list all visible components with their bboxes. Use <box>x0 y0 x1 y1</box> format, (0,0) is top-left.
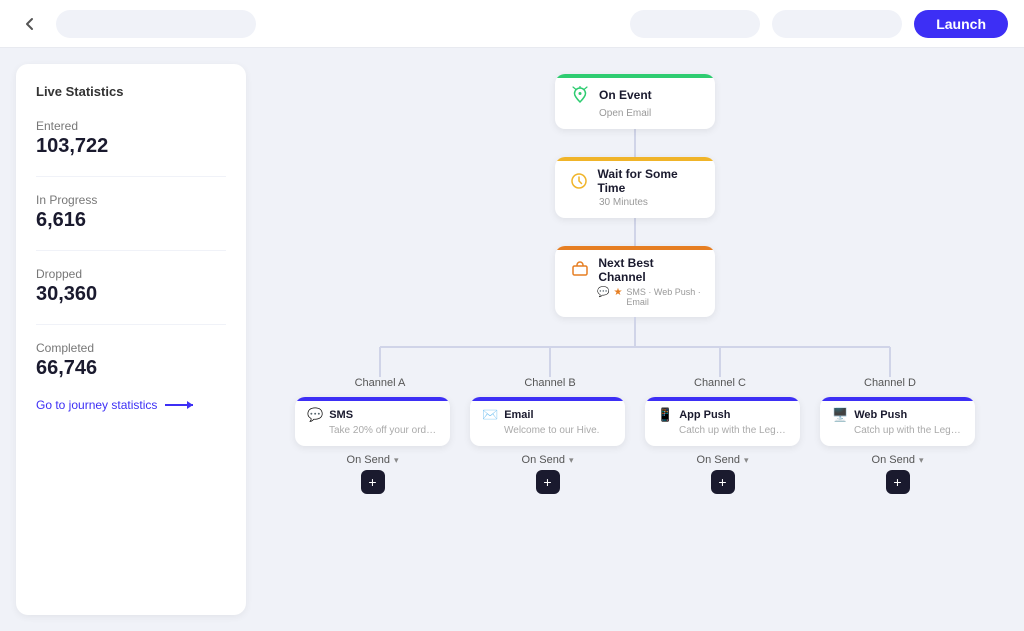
on-event-node[interactable]: On Event Open Email <box>555 74 715 129</box>
flow-container: On Event Open Email Wait for Some Time <box>262 64 1008 494</box>
channel-apppush-node[interactable]: 📱 App Push Catch up with the Legends! <box>645 397 800 446</box>
nbc-sms-icon: 💬 <box>597 287 609 307</box>
channel-sms-node[interactable]: 💬 SMS Take 20% off your order with code … <box>295 397 450 446</box>
stat-dropped-label: Dropped <box>36 267 226 281</box>
channel-nodes: 💬 SMS Take 20% off your order with code … <box>295 397 975 494</box>
channel-label-b: Channel B <box>465 377 635 389</box>
webpush-on-send-label: On Send <box>872 454 915 466</box>
journey-link-text: Go to journey statistics <box>36 398 157 412</box>
email-add-button[interactable]: + <box>536 470 560 494</box>
sms-subtitle: Take 20% off your order with code ... <box>329 425 438 436</box>
apppush-on-send[interactable]: On Send ▾ <box>697 454 749 466</box>
back-button[interactable] <box>16 10 44 38</box>
journey-stats-link[interactable]: Go to journey statistics <box>36 398 226 412</box>
nbc-title: Next Best Channel <box>598 256 701 284</box>
channel-email-node[interactable]: ✉️ Email Welcome to our Hive. <box>470 397 625 446</box>
branch-lines-svg <box>295 317 975 377</box>
stat-inprogress-label: In Progress <box>36 193 226 207</box>
stat-inprogress-value: 6,616 <box>36 209 226 232</box>
sidebar-title: Live Statistics <box>36 84 226 99</box>
email-title: Email <box>504 409 533 421</box>
sms-on-send-label: On Send <box>347 454 390 466</box>
on-event-subtitle: Open Email <box>599 108 701 119</box>
sms-on-send[interactable]: On Send ▾ <box>347 454 399 466</box>
apppush-on-send-label: On Send <box>697 454 740 466</box>
canvas: On Event Open Email Wait for Some Time <box>246 48 1024 631</box>
branch-tree <box>295 317 975 377</box>
webpush-subtitle: Catch up with the Legends! <box>854 425 963 436</box>
wait-icon <box>569 170 589 192</box>
stat-dropped-value: 30,360 <box>36 283 226 306</box>
connector-2 <box>634 218 636 246</box>
stat-completed-label: Completed <box>36 341 226 355</box>
main-area: Live Statistics Entered 103,722 In Progr… <box>0 48 1024 631</box>
apppush-subtitle: Catch up with the Legends! <box>679 425 788 436</box>
stat-completed: Completed 66,746 <box>36 341 226 380</box>
channel-label-c: Channel C <box>635 377 805 389</box>
apppush-title: App Push <box>679 409 730 421</box>
apppush-add-button[interactable]: + <box>711 470 735 494</box>
channel-webpush-node[interactable]: 🖥️ Web Push Catch up with the Legends! <box>820 397 975 446</box>
sms-chevron-icon: ▾ <box>394 455 399 466</box>
webpush-add-button[interactable]: + <box>886 470 910 494</box>
topbar-pill-1 <box>630 10 760 38</box>
email-on-send[interactable]: On Send ▾ <box>522 454 574 466</box>
arrow-right-icon <box>165 404 193 406</box>
connector-1 <box>634 129 636 157</box>
email-subtitle: Welcome to our Hive. <box>504 425 613 436</box>
on-event-icon <box>569 84 591 106</box>
webpush-chevron-icon: ▾ <box>919 455 924 466</box>
channel-col-d: 🖥️ Web Push Catch up with the Legends! O… <box>820 397 975 494</box>
email-chevron-icon: ▾ <box>569 455 574 466</box>
wait-subtitle: 30 Minutes <box>599 197 701 208</box>
email-on-send-label: On Send <box>522 454 565 466</box>
webpush-icon: 🖥️ <box>832 407 848 423</box>
channel-col-b: ✉️ Email Welcome to our Hive. On Send ▾ … <box>470 397 625 494</box>
nbc-icons: 💬 ★ SMS · Web Push · Email <box>597 287 701 307</box>
sms-add-button[interactable]: + <box>361 470 385 494</box>
stat-entered-value: 103,722 <box>36 135 226 158</box>
email-icon: ✉️ <box>482 407 498 423</box>
stat-inprogress: In Progress 6,616 <box>36 193 226 232</box>
apppush-icon: 📱 <box>657 407 673 423</box>
stat-entered: Entered 103,722 <box>36 119 226 158</box>
channel-label-d: Channel D <box>805 377 975 389</box>
stat-dropped: Dropped 30,360 <box>36 267 226 306</box>
wait-title: Wait for Some Time <box>597 167 701 195</box>
channel-labels: Channel A Channel B Channel C Channel D <box>295 377 975 389</box>
channel-col-c: 📱 App Push Catch up with the Legends! On… <box>645 397 800 494</box>
nbc-subtitle: SMS · Web Push · Email <box>626 287 701 307</box>
webpush-title: Web Push <box>854 409 907 421</box>
wait-node[interactable]: Wait for Some Time 30 Minutes <box>555 157 715 218</box>
channel-col-a: 💬 SMS Take 20% off your order with code … <box>295 397 450 494</box>
launch-button[interactable]: Launch <box>914 10 1008 38</box>
stat-completed-value: 66,746 <box>36 357 226 380</box>
nbc-icon <box>569 259 590 281</box>
webpush-on-send[interactable]: On Send ▾ <box>872 454 924 466</box>
topbar: Launch <box>0 0 1024 48</box>
on-event-title: On Event <box>599 88 652 102</box>
apppush-chevron-icon: ▾ <box>744 455 749 466</box>
nbc-star-icon: ★ <box>613 287 622 307</box>
sms-title: SMS <box>329 409 353 421</box>
sms-icon: 💬 <box>307 407 323 423</box>
sidebar: Live Statistics Entered 103,722 In Progr… <box>16 64 246 615</box>
channel-label-a: Channel A <box>295 377 465 389</box>
stat-entered-label: Entered <box>36 119 226 133</box>
topbar-pill-2 <box>772 10 902 38</box>
title-pill <box>56 10 256 38</box>
nbc-node[interactable]: Next Best Channel 💬 ★ SMS · Web Push · E… <box>555 246 715 317</box>
